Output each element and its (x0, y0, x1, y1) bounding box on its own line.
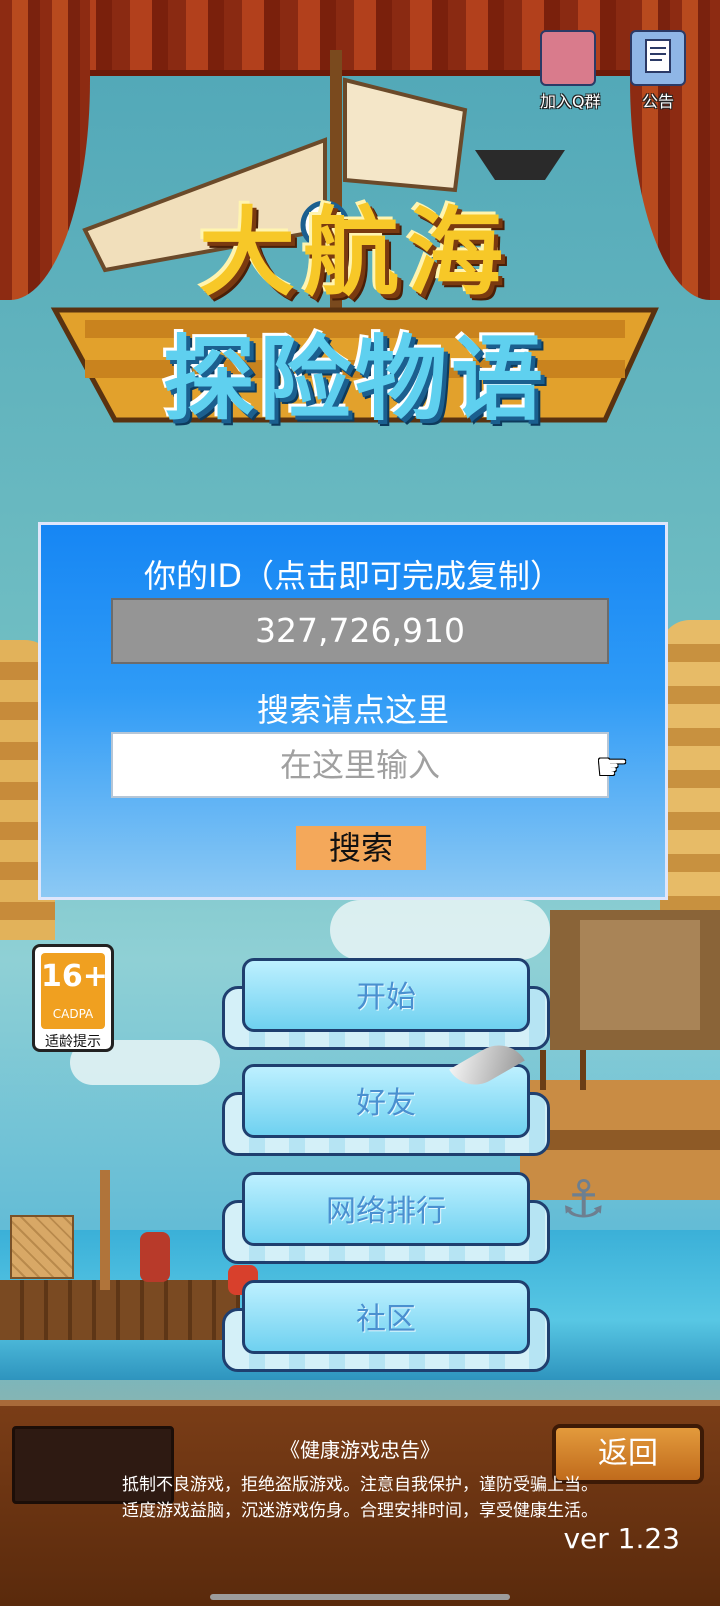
age-rating-value: 16+ (41, 959, 108, 994)
friends-button[interactable]: 好友 (222, 1064, 550, 1156)
community-button[interactable]: 社区 (222, 1280, 550, 1372)
community-label: 社区 (356, 1302, 416, 1337)
search-button[interactable]: 搜索 (296, 826, 426, 870)
version-label: ver 1.23 (563, 1522, 680, 1555)
id-panel-title: 你的ID（点击即可完成复制） (143, 557, 563, 595)
dock-crane (100, 1170, 110, 1290)
health-advice-line1: 抵制不良游戏，拒绝盗版游戏。注意自我保护，谨防受骗上当。 (122, 1475, 598, 1495)
start-button[interactable]: 开始 (222, 958, 550, 1050)
id-panel: 你的ID（点击即可完成复制） 327,726,910 搜索请点这里 ☚ 搜索 (38, 522, 668, 900)
search-input[interactable] (111, 732, 609, 798)
age-rating-panel: 16+ CADPA (41, 953, 108, 1029)
pointing-hand-icon: ☚ (596, 747, 629, 788)
logo-title-line2: 探险物语 (162, 326, 547, 433)
pirate-character (140, 1232, 170, 1282)
start-label: 开始 (356, 980, 416, 1015)
bottom-bar: 返回 《健康游戏忠告》 抵制不良游戏，拒绝盗版游戏。注意自我保护，谨防受骗上当。… (0, 1400, 720, 1606)
ranking-label: 网络排行 (326, 1194, 446, 1229)
cloud (330, 900, 550, 960)
friends-label: 好友 (356, 1086, 416, 1121)
logo-title-line1: 大航海 (199, 197, 511, 309)
ranking-button[interactable]: 网络排行 (222, 1172, 550, 1264)
wooden-dock (0, 1280, 240, 1340)
age-rating-tip: 适龄提示 (45, 1034, 101, 1050)
home-indicator[interactable] (210, 1594, 510, 1600)
age-rating-badge[interactable]: 16+ CADPA 适龄提示 (32, 944, 114, 1052)
health-advice-line2: 适度游戏益脑，沉迷游戏伤身。合理安排时间，享受健康生活。 (122, 1501, 598, 1521)
game-logo: 大航海 探险物语 (45, 40, 665, 470)
health-advice-title: 《健康游戏忠告》 (280, 1438, 440, 1462)
age-rating-org: CADPA (52, 1007, 94, 1021)
search-hint-label: 搜索请点这里 (256, 691, 449, 729)
player-id-copy-box[interactable]: 327,726,910 (111, 598, 609, 664)
pirate-ship-illustration (520, 910, 720, 1200)
rock-cliff-right (660, 620, 720, 940)
cargo-crates (10, 1215, 74, 1279)
anchor-icon: ⚓ (560, 1170, 607, 1230)
